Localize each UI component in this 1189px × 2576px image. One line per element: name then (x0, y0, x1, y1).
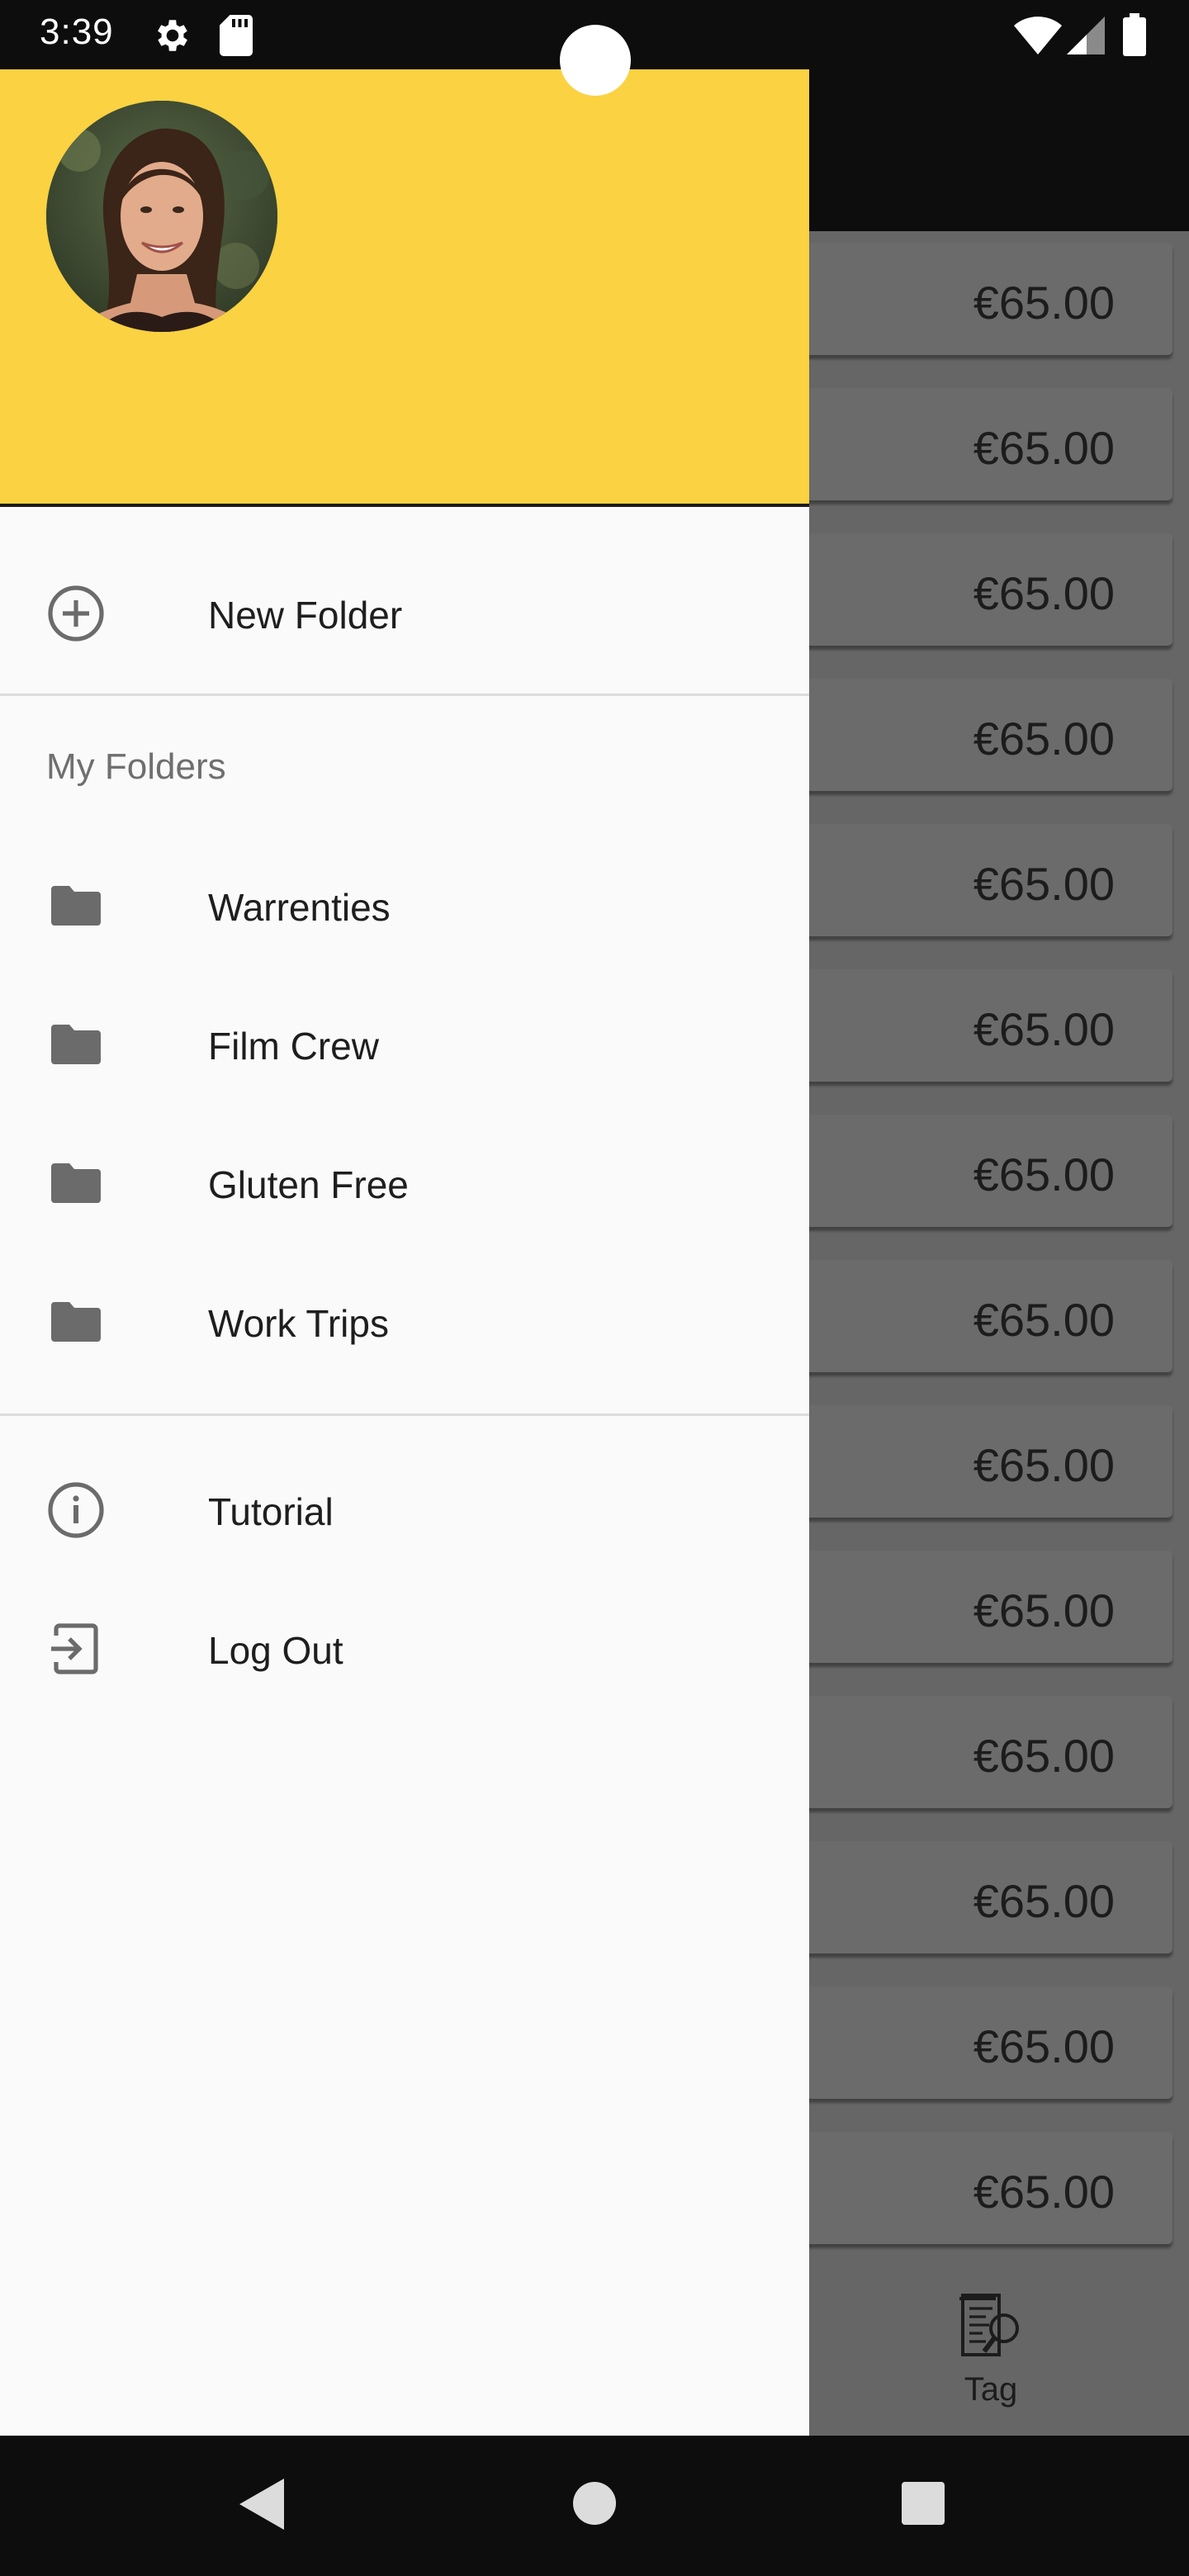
tutorial-label: Tutorial (208, 1490, 334, 1533)
recents-icon[interactable] (902, 2482, 945, 2529)
receipt-card[interactable]: €65.00 (793, 2132, 1172, 2244)
receipt-card[interactable]: €65.00 (793, 1841, 1172, 1953)
home-icon[interactable] (573, 2482, 616, 2529)
folder-item-work-trips[interactable]: Work Trips (0, 1260, 809, 1384)
receipt-card[interactable]: €65.00 (793, 533, 1172, 646)
tab-tag-label: Tag (964, 2371, 1018, 2408)
receipt-amount: €65.00 (973, 567, 1115, 619)
wifi-icon (1014, 17, 1062, 59)
divider (0, 1413, 809, 1416)
tab-tag[interactable]: Tag (941, 2292, 1040, 2424)
folder-icon (46, 1292, 106, 1352)
folder-icon (46, 1153, 106, 1213)
receipt-amount: €65.00 (973, 1875, 1115, 1927)
receipt-card[interactable]: €65.00 (793, 824, 1172, 936)
drawer-header (0, 69, 809, 507)
tag-receipt-icon (956, 2292, 1026, 2365)
back-icon[interactable] (239, 2479, 284, 2534)
receipt-amount: €65.00 (973, 277, 1115, 329)
tutorial-button[interactable]: Tutorial (0, 1448, 809, 1572)
receipt-card[interactable]: €65.00 (793, 1260, 1172, 1372)
receipt-card[interactable]: €65.00 (793, 243, 1172, 355)
receipt-amount: €65.00 (973, 2166, 1115, 2218)
receipt-amount: €65.00 (973, 422, 1115, 474)
folder-item-gluten-free[interactable]: Gluten Free (0, 1121, 809, 1245)
folder-label: Film Crew (208, 1025, 379, 1068)
folder-icon (46, 876, 106, 935)
receipt-amount: €65.00 (973, 1003, 1115, 1055)
signal-icon (1067, 17, 1105, 59)
add-circle-icon (46, 584, 106, 643)
info-icon (46, 1480, 106, 1540)
receipt-amount: €65.00 (973, 1148, 1115, 1200)
settings-icon (152, 15, 193, 60)
receipt-amount: €65.00 (973, 2020, 1115, 2072)
logout-label: Log Out (208, 1629, 343, 1672)
receipt-card[interactable]: €65.00 (793, 1115, 1172, 1227)
receipt-card[interactable]: €65.00 (793, 1551, 1172, 1663)
avatar[interactable] (46, 101, 277, 332)
new-folder-label: New Folder (208, 594, 403, 637)
sd-card-icon (220, 15, 253, 60)
section-title-my-folders: My Folders (46, 746, 226, 787)
status-time: 3:39 (40, 12, 114, 52)
battery-icon (1123, 13, 1146, 60)
folder-item-warrenties[interactable]: Warrenties (0, 844, 809, 968)
receipt-card[interactable]: €65.00 (793, 1696, 1172, 1808)
folder-label: Warrenties (208, 886, 391, 929)
receipt-amount: €65.00 (973, 858, 1115, 910)
folder-label: Gluten Free (208, 1163, 409, 1206)
receipt-amount: €65.00 (973, 1294, 1115, 1346)
receipt-amount: €65.00 (973, 713, 1115, 765)
receipt-card[interactable]: €65.00 (793, 1986, 1172, 2099)
folder-item-film-crew[interactable]: Film Crew (0, 983, 809, 1106)
camera-cutout (560, 25, 631, 96)
folder-label: Work Trips (208, 1302, 389, 1345)
navigation-drawer: New Folder My Folders Warrenties Film Cr… (0, 69, 809, 2436)
receipt-amount: €65.00 (973, 1730, 1115, 1782)
logout-button[interactable]: Log Out (0, 1587, 809, 1711)
receipt-amount: €65.00 (973, 1439, 1115, 1491)
receipt-card[interactable]: €65.00 (793, 679, 1172, 791)
new-folder-button[interactable]: New Folder (0, 552, 809, 675)
receipt-amount: €65.00 (973, 1584, 1115, 1636)
divider (0, 694, 809, 696)
system-nav-bar (0, 2436, 1189, 2576)
logout-icon (46, 1619, 106, 1679)
receipt-card[interactable]: €65.00 (793, 388, 1172, 500)
folder-icon (46, 1015, 106, 1074)
receipt-card[interactable]: €65.00 (793, 1405, 1172, 1518)
receipt-card[interactable]: €65.00 (793, 969, 1172, 1082)
